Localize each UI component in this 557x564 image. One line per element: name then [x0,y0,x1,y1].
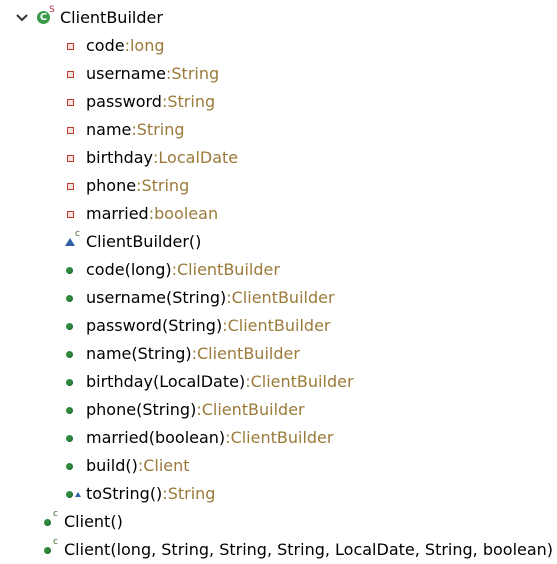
tree-item-constructor[interactable]: c Client() [40,508,123,536]
method-return-type: ClientBuilder [201,400,305,419]
constructor-name: Client(long, String, String, String, Loc… [64,540,554,559]
private-field-icon [62,60,82,88]
tree-item-field[interactable]: username : String [62,60,219,88]
public-method-icon [62,368,82,396]
public-method-icon [62,340,82,368]
tree-item-constructor[interactable]: c ClientBuilder() [62,228,201,256]
outline-tree: C S ClientBuilder code : long username :… [0,0,557,561]
tree-item-method[interactable]: phone(String) : ClientBuilder [62,396,305,424]
private-field-icon [62,172,82,200]
tree-item-field[interactable]: name : String [62,116,185,144]
method-name: toString() [86,484,163,503]
tree-item-field[interactable]: code : long [62,32,165,60]
public-method-icon [62,312,82,340]
field-name: phone [86,176,137,195]
method-return-type: ClientBuilder [197,344,300,363]
method-name: married(boolean) [86,428,226,447]
field-name: password [86,92,162,111]
tree-item-constructor[interactable]: c Client(long, String, String, String, L… [40,536,553,564]
constructor-badge: c [53,537,58,547]
tree-item-method[interactable]: password(String) : ClientBuilder [62,312,331,340]
field-type: String [167,92,216,111]
field-name: username [86,64,166,83]
public-method-icon [62,284,82,312]
class-name: ClientBuilder [60,8,163,27]
method-name: username(String) [86,288,227,307]
static-class-icon: C S [36,4,56,32]
tree-item-method[interactable]: name(String) : ClientBuilder [62,340,300,368]
protected-constructor-icon: c [62,228,82,256]
field-type: String [141,176,190,195]
constructor-badge: c [75,229,80,239]
tree-item-method[interactable]: birthday(LocalDate) : ClientBuilder [62,368,354,396]
tree-item-method[interactable]: toString() : String [62,480,215,508]
private-field-icon [62,144,82,172]
private-field-icon [62,32,82,60]
method-name: phone(String) [86,400,197,419]
tree-item-method[interactable]: build() : Client [62,452,190,480]
method-return-type: String [167,484,216,503]
method-name: password(String) [86,316,223,335]
tree-item-method[interactable]: code(long) : ClientBuilder [62,256,280,284]
public-method-icon [62,424,82,452]
public-override-method-icon [62,480,82,508]
field-name: birthday [86,148,154,167]
constructor-name: Client() [64,512,123,531]
tree-item-field[interactable]: birthday : LocalDate [62,144,238,172]
method-return-type: ClientBuilder [227,316,331,335]
field-type: boolean [154,204,219,223]
public-method-icon [62,396,82,424]
static-badge: S [49,5,55,15]
method-return-type: ClientBuilder [177,260,280,279]
field-type: String [136,120,185,139]
field-name: code [86,36,125,55]
tree-item-field[interactable]: married : boolean [62,200,218,228]
tree-item-field[interactable]: password : String [62,88,215,116]
private-field-icon [62,88,82,116]
field-name: married [86,204,149,223]
public-method-icon [62,256,82,284]
method-return-type: ClientBuilder [230,428,334,447]
method-name: build() [86,456,138,475]
method-name: birthday(LocalDate) [86,372,246,391]
tree-item-field[interactable]: phone : String [62,172,189,200]
method-return-type: Client [143,456,190,475]
tree-node-clientbuilder[interactable]: C S ClientBuilder [14,4,163,32]
private-field-icon [62,200,82,228]
field-type: LocalDate [158,148,239,167]
method-return-type: ClientBuilder [231,288,335,307]
constructor-name: ClientBuilder() [86,232,202,251]
field-type: String [171,64,220,83]
method-return-type: ClientBuilder [250,372,354,391]
public-method-icon [62,452,82,480]
private-field-icon [62,116,82,144]
field-type: long [129,36,165,55]
method-name: code(long) [86,260,172,279]
tree-item-method[interactable]: married(boolean) : ClientBuilder [62,424,333,452]
constructor-badge: c [53,509,58,519]
public-constructor-icon: c [40,508,60,536]
chevron-down-icon[interactable] [14,10,30,26]
tree-item-method[interactable]: username(String) : ClientBuilder [62,284,335,312]
method-name: name(String) [86,344,192,363]
field-name: name [86,120,132,139]
public-constructor-icon: c [40,536,60,564]
